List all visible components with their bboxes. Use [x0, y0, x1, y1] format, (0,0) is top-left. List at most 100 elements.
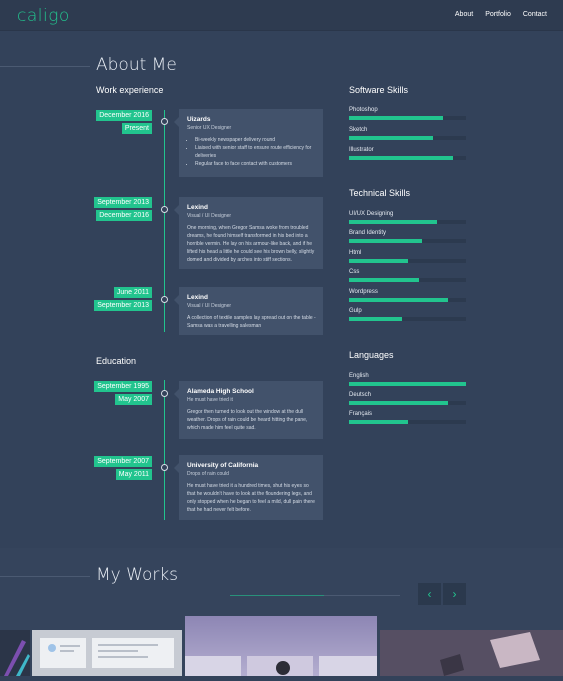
- skill-uiux: UI/UX Designing: [349, 211, 466, 224]
- work-1-dot: [161, 118, 168, 125]
- skill-wordpress: Wordpress: [349, 289, 466, 302]
- language-francais: Français: [349, 411, 466, 424]
- edu-2-school: University of California: [187, 462, 259, 469]
- skill-bar-fill: [349, 298, 449, 302]
- skill-bar: [349, 278, 466, 282]
- language-english: English: [349, 373, 466, 386]
- abstract-shape-icon: [4, 640, 30, 676]
- chevron-left-icon: ‹: [427, 587, 432, 601]
- edu-1-end-date: May 2007: [115, 394, 152, 405]
- works-section: My Works ‹ ›: [0, 548, 563, 676]
- skill-label: Css: [349, 269, 360, 275]
- skill-bar: [349, 136, 466, 140]
- edu-1-school: Alameda High School: [187, 388, 254, 395]
- education-timeline-line: [164, 380, 165, 520]
- work-1-card: Uizards Senior UX Designer Bi-weekly new…: [174, 109, 323, 177]
- nav-item-portfolio[interactable]: Portfolio: [485, 11, 511, 18]
- top-navigation-bar: caligo About Portfolio Contact: [0, 0, 563, 31]
- language-bar: [349, 401, 466, 405]
- work-thumb-edge-left[interactable]: [0, 630, 30, 676]
- skill-bar: [349, 259, 466, 263]
- skill-bar-fill: [349, 220, 437, 224]
- skill-bar-fill: [349, 136, 434, 140]
- about-title-rule: [0, 66, 90, 67]
- work-2-company: Lexind: [187, 204, 208, 211]
- work-thumb-featured[interactable]: [185, 616, 377, 676]
- edu-1-dot: [161, 390, 168, 397]
- work-thumb-desk[interactable]: [380, 630, 563, 676]
- works-prev-button[interactable]: ‹: [418, 583, 441, 605]
- language-bar-fill: [349, 401, 449, 405]
- skill-html: Html: [349, 250, 466, 263]
- skill-css: Css: [349, 269, 466, 282]
- skill-bar-fill: [349, 116, 443, 120]
- nav-item-contact[interactable]: Contact: [523, 11, 547, 18]
- skill-bar-fill: [349, 156, 454, 160]
- skill-gulp: Gulp: [349, 308, 466, 321]
- about-title: About Me: [96, 55, 177, 75]
- skill-bar-fill: [349, 278, 420, 282]
- works-title: My Works: [96, 565, 179, 585]
- dashboard-preview-icon: [40, 638, 174, 668]
- skill-bar: [349, 239, 466, 243]
- skill-label: Illustrator: [349, 147, 374, 153]
- work-1-duty: Regular face to face contact with custom…: [195, 160, 317, 168]
- work-1-start-date: December 2016: [96, 110, 152, 121]
- education-heading: Education: [96, 356, 137, 366]
- desk-photo-icon: [380, 630, 563, 676]
- mobile-app-preview-icon: [185, 656, 377, 676]
- skill-bar: [349, 298, 466, 302]
- skill-bar-fill: [349, 259, 408, 263]
- skill-bar-fill: [349, 317, 402, 321]
- edu-2-dot: [161, 464, 168, 471]
- edu-2-subtitle: Drops of rain could: [187, 471, 229, 477]
- work-1-duties: Bi-weekly newspaper delivery round Liais…: [187, 136, 317, 168]
- brand-logo[interactable]: caligo: [17, 6, 70, 26]
- work-1-duty: Liaised with senior staff to ensure rout…: [195, 144, 317, 160]
- language-bar-fill: [349, 382, 466, 386]
- skill-label: Brand Identity: [349, 230, 387, 236]
- skill-photoshop: Photoshop: [349, 107, 466, 120]
- work-heading: Work experience: [96, 85, 164, 95]
- skill-illustrator: Illustrator: [349, 147, 466, 160]
- skill-brand-identity: Brand Identity: [349, 230, 466, 243]
- skill-bar: [349, 116, 466, 120]
- language-bar-fill: [349, 420, 408, 424]
- skill-bar-fill: [349, 239, 422, 243]
- work-1-end-date: Present: [121, 123, 152, 134]
- chevron-right-icon: ›: [452, 587, 457, 601]
- skill-sketch: Sketch: [349, 127, 466, 140]
- skill-bar: [349, 317, 466, 321]
- language-deutsch: Deutsch: [349, 392, 466, 405]
- technical-skills-heading: Technical Skills: [349, 188, 411, 198]
- work-thumb-dashboard[interactable]: [32, 630, 182, 676]
- edu-2-description: He must have tried it a hundred times, s…: [187, 483, 315, 513]
- main-nav: About Portfolio Contact: [455, 11, 547, 18]
- edu-1-description: Gregor then turned to look out the windo…: [187, 409, 308, 431]
- work-2-end-date: December 2016: [96, 210, 152, 221]
- skill-label: Html: [349, 250, 362, 256]
- software-skills-heading: Software Skills: [349, 85, 409, 95]
- skill-label: UI/UX Designing: [349, 211, 394, 217]
- work-1-company: Uizards: [187, 116, 211, 123]
- skill-bar: [349, 156, 466, 160]
- languages-heading: Languages: [349, 350, 394, 360]
- skill-label: Sketch: [349, 127, 368, 133]
- nav-item-about[interactable]: About: [455, 11, 473, 18]
- edu-1-start-date: September 1995: [94, 381, 152, 392]
- language-label: Deutsch: [349, 392, 372, 398]
- skill-label: Wordpress: [349, 289, 378, 295]
- work-3-company: Lexind: [187, 294, 208, 301]
- work-3-description: A collection of textile samples lay spre…: [187, 315, 316, 329]
- work-2-description: One morning, when Gregor Samsa woke from…: [187, 225, 315, 263]
- language-label: Français: [349, 411, 373, 417]
- work-3-role: Visual / UI Designer: [187, 303, 232, 309]
- works-divider: [324, 595, 400, 596]
- works-title-rule: [0, 576, 90, 577]
- edu-2-start-date: September 2007: [94, 456, 152, 467]
- works-next-button[interactable]: ›: [443, 583, 466, 605]
- work-3-end-date: September 2013: [94, 300, 152, 311]
- language-bar: [349, 382, 466, 386]
- work-1-role: Senior UX Designer: [187, 125, 232, 131]
- language-bar: [349, 420, 466, 424]
